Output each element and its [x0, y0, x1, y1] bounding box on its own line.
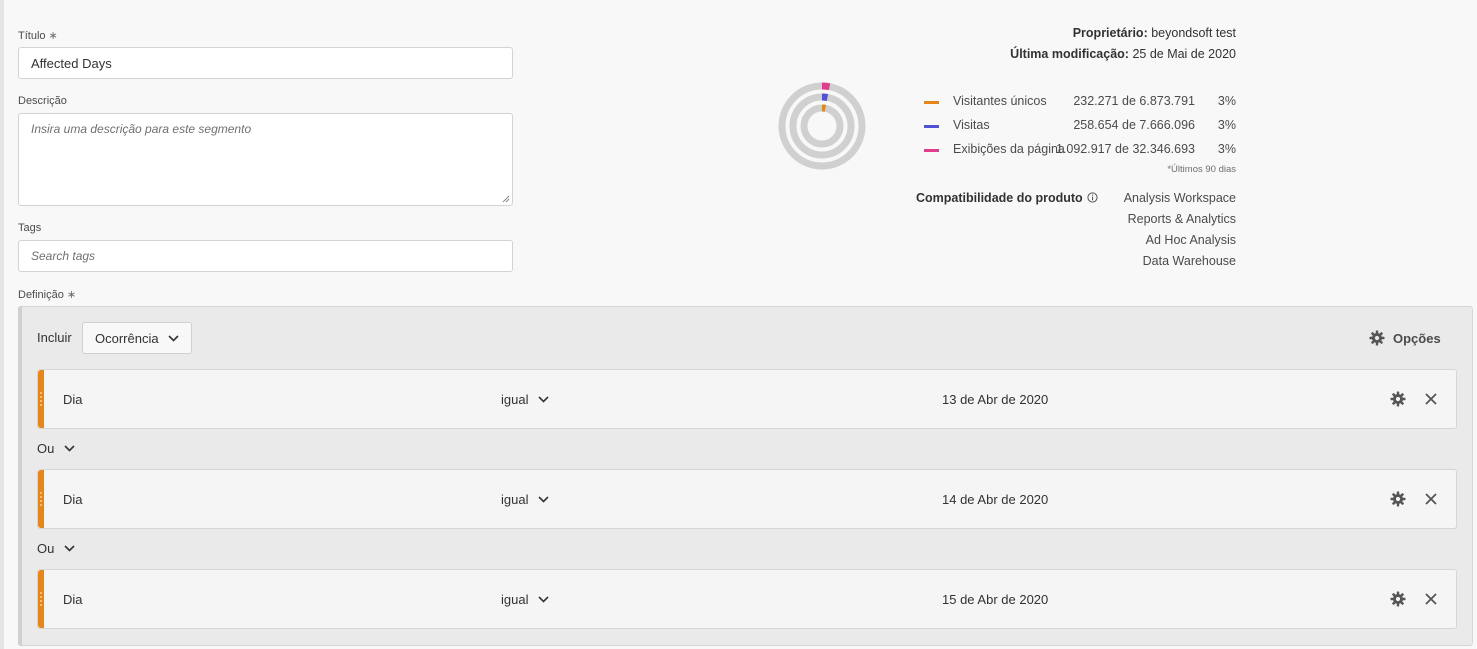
compat-item: Ad Hoc Analysis: [1145, 233, 1236, 247]
legend-metric-percent: 3%: [1217, 118, 1236, 132]
chevron-down-icon: [64, 545, 75, 552]
drag-handle[interactable]: [38, 570, 44, 628]
modified-value: 25 de Mai de 2020: [1132, 47, 1236, 61]
resize-grip-icon[interactable]: [502, 195, 510, 203]
drag-handle[interactable]: [38, 470, 44, 528]
modified-line: Última modificação: 25 de Mai de 2020: [1010, 47, 1236, 61]
definition-label: Definição ∗: [18, 289, 77, 301]
legend-metric-value: 232.271 de 6.873.791: [1073, 94, 1195, 108]
owner-label: Proprietário:: [1072, 26, 1148, 40]
drag-handle-icon: [40, 592, 42, 606]
rule-row[interactable]: Dia igual 15 de Abr de 2020: [37, 569, 1457, 629]
scope-dropdown[interactable]: Ocorrência: [82, 322, 192, 354]
drag-handle-icon: [40, 392, 42, 406]
chevron-down-icon: [538, 596, 550, 603]
rule-operator-value: igual: [501, 492, 529, 507]
close-icon[interactable]: [1424, 392, 1438, 406]
chevron-down-icon: [538, 496, 550, 503]
legend-metric-name: Exibições da página: [953, 142, 1065, 156]
or-connector-label: Ou: [37, 441, 55, 456]
drag-handle[interactable]: [38, 370, 44, 428]
rule-value[interactable]: 13 de Abr de 2020: [942, 392, 1048, 407]
legend-swatch: [924, 149, 939, 152]
description-textarea[interactable]: Insira uma descrição para este segmento: [18, 113, 513, 206]
legend-metric-percent: 3%: [1217, 142, 1236, 156]
chevron-down-icon: [168, 334, 179, 342]
donut-ring-track: [800, 104, 844, 148]
rule-row[interactable]: Dia igual 14 de Abr de 2020: [37, 469, 1457, 529]
legend-metric-percent: 3%: [1217, 94, 1236, 108]
legend-metric-name: Visitas: [953, 118, 990, 132]
rule-operator-value: igual: [501, 592, 529, 607]
summary-legend-row: Exibições da página 1.092.917 de 32.346.6…: [924, 142, 1244, 160]
rule-dimension: Dia: [63, 592, 83, 607]
rule-dimension: Dia: [63, 392, 83, 407]
rule-operator-value: igual: [501, 392, 529, 407]
rule-operator-dropdown[interactable]: igual: [501, 392, 550, 407]
or-connector-dropdown[interactable]: Ou: [37, 541, 75, 556]
compat-item: Reports & Analytics: [1127, 212, 1236, 226]
summary-donut-chart: [778, 82, 866, 170]
gear-icon[interactable]: [1390, 591, 1406, 607]
tags-input[interactable]: Search tags: [18, 240, 513, 272]
gear-icon: [1369, 330, 1385, 346]
gear-icon[interactable]: [1390, 391, 1406, 407]
compat-item: Data Warehouse: [1142, 254, 1236, 268]
info-icon[interactable]: [1087, 192, 1098, 203]
or-connector-label: Ou: [37, 541, 55, 556]
title-label: Título ∗: [18, 30, 58, 42]
drag-handle-icon: [40, 492, 42, 506]
rule-value[interactable]: 15 de Abr de 2020: [942, 592, 1048, 607]
close-icon[interactable]: [1424, 492, 1438, 506]
title-input[interactable]: Affected Days: [18, 47, 513, 79]
summary-legend-row: Visitantes únicos 232.271 de 6.873.791 3%: [924, 94, 1244, 112]
chevron-down-icon: [64, 445, 75, 452]
rule-row[interactable]: Dia igual 13 de Abr de 2020: [37, 369, 1457, 429]
legend-metric-value: 1.092.917 de 32.346.693: [1055, 142, 1195, 156]
tags-label: Tags: [18, 222, 42, 234]
page-left-edge: [0, 0, 4, 649]
legend-metric-name: Visitantes únicos: [953, 94, 1047, 108]
summary-footnote: *Últimos 90 dias: [1167, 164, 1236, 175]
chevron-down-icon: [538, 396, 550, 403]
description-label: Descrição: [18, 95, 67, 107]
options-button[interactable]: Opções: [1369, 328, 1441, 348]
include-label: Incluir: [37, 330, 72, 345]
compat-item: Analysis Workspace: [1123, 191, 1236, 205]
legend-swatch: [924, 125, 939, 128]
owner-value: beyondsoft test: [1151, 26, 1236, 40]
rule-operator-dropdown[interactable]: igual: [501, 592, 550, 607]
modified-label: Última modificação:: [1010, 47, 1129, 61]
options-label: Opções: [1393, 330, 1441, 346]
compatibility-label: Compatibilidade do produto: [916, 191, 1083, 205]
title-input-value: Affected Days: [31, 55, 112, 71]
tags-placeholder: Search tags: [31, 249, 96, 263]
rule-operator-dropdown[interactable]: igual: [501, 492, 550, 507]
close-icon[interactable]: [1424, 592, 1438, 606]
legend-metric-value: 258.654 de 7.666.096: [1073, 118, 1195, 132]
definition-container-edge: [18, 306, 22, 646]
legend-swatch: [924, 101, 939, 104]
scope-dropdown-value: Ocorrência: [95, 330, 159, 346]
rule-value[interactable]: 14 de Abr de 2020: [942, 492, 1048, 507]
rule-dimension: Dia: [63, 492, 83, 507]
gear-icon[interactable]: [1390, 491, 1406, 507]
owner-line: Proprietário: beyondsoft test: [1073, 26, 1236, 40]
description-placeholder: Insira uma descrição para este segmento: [31, 122, 252, 136]
summary-legend-row: Visitas 258.654 de 7.666.096 3%: [924, 118, 1244, 136]
or-connector-dropdown[interactable]: Ou: [37, 441, 75, 456]
